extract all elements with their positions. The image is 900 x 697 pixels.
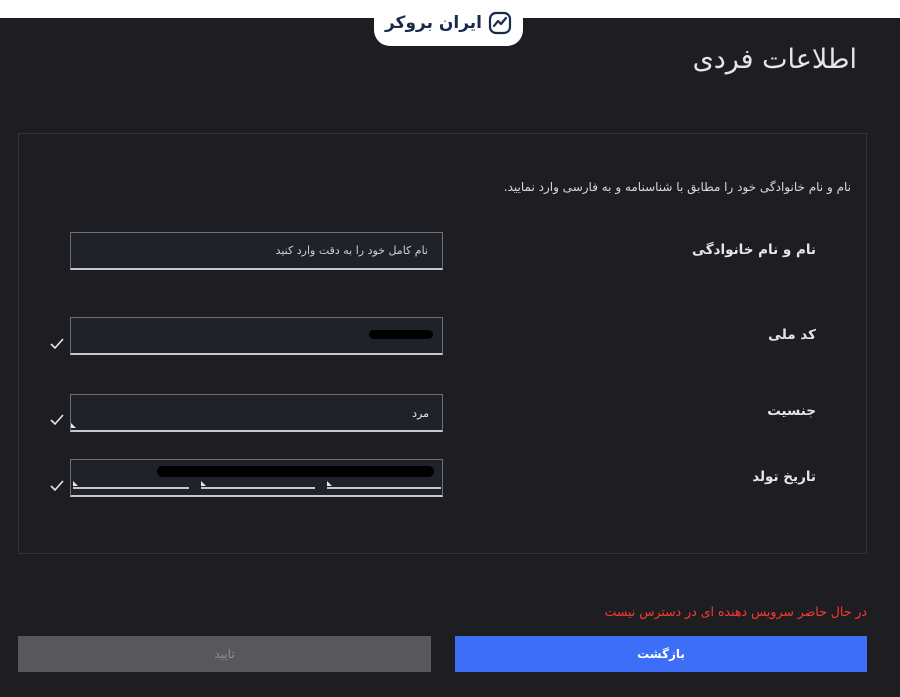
form-instructions: نام و نام خانوادگی خود را مطابق با شناسن… <box>503 180 851 194</box>
gender-select[interactable]: مرد <box>70 394 443 432</box>
birth-date-label: تاریخ تولد <box>752 469 816 485</box>
full-name-input[interactable] <box>71 233 442 268</box>
checkmark-icon <box>50 338 64 350</box>
confirm-button[interactable]: تایید <box>18 636 431 672</box>
error-message: در حال حاضر سرویس دهنده ای در دسترس نیست <box>604 604 867 619</box>
brand-logo[interactable]: ایران بروکر <box>374 0 523 46</box>
checkmark-icon <box>50 414 64 426</box>
national-code-field[interactable] <box>70 317 443 355</box>
back-button[interactable]: بازگشت <box>455 636 867 672</box>
national-code-label: کد ملی <box>768 327 816 343</box>
gender-label: جنسیت <box>767 403 816 419</box>
full-name-field[interactable] <box>70 232 443 270</box>
full-name-label: نام و نام خانوادگی <box>692 242 816 258</box>
chart-trend-icon <box>488 11 512 35</box>
dropdown-corner-icon <box>201 481 206 486</box>
dropdown-corner-icon <box>73 481 78 486</box>
birth-date-field[interactable] <box>70 459 443 497</box>
date-month-select[interactable] <box>201 487 315 489</box>
brand-name: ایران بروکر <box>384 13 483 33</box>
dropdown-corner-icon <box>71 423 76 428</box>
gender-value: مرد <box>412 407 429 420</box>
date-day-select[interactable] <box>73 487 189 489</box>
redacted-value <box>369 330 433 339</box>
dropdown-corner-icon <box>327 481 332 486</box>
redacted-value <box>157 466 434 477</box>
page-title: اطلاعات فردی <box>692 44 857 75</box>
date-year-select[interactable] <box>327 487 441 489</box>
checkmark-icon <box>50 480 64 492</box>
